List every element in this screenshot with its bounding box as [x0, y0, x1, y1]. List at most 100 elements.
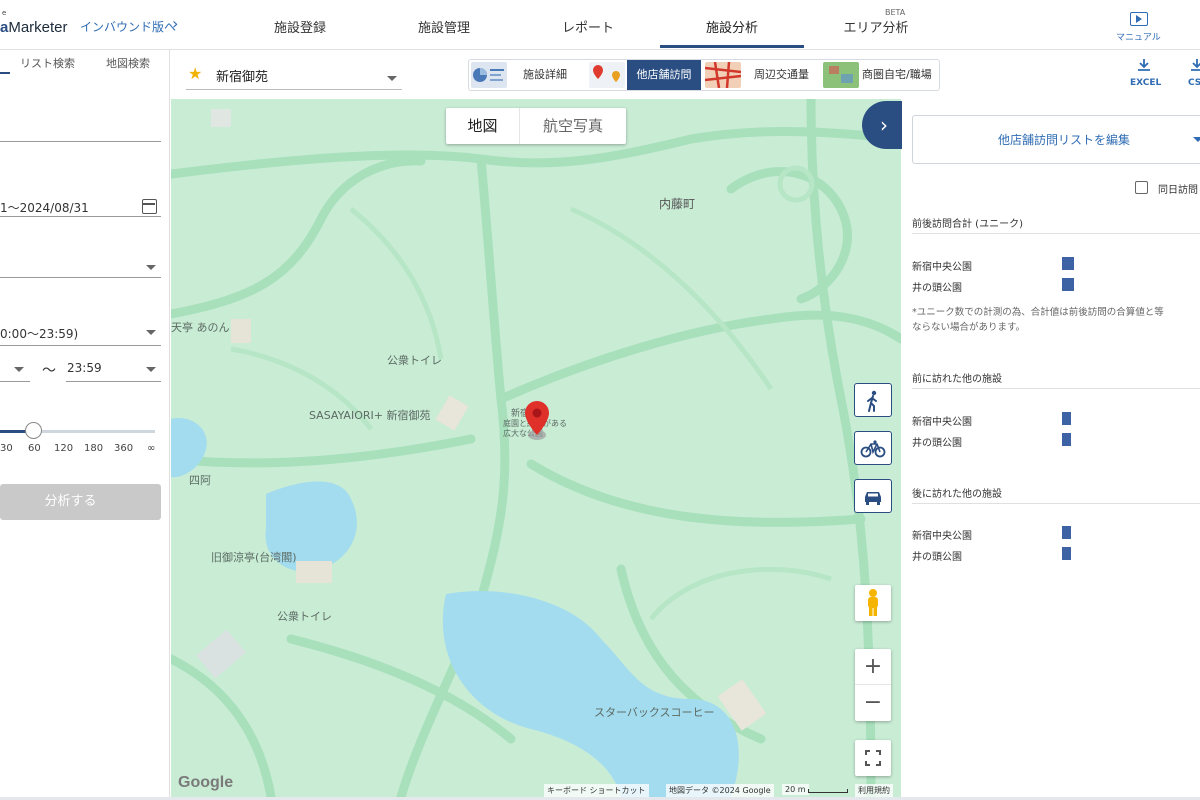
same-day-label: 同日訪問: [1158, 185, 1198, 196]
nav-facility-analysis[interactable]: 施設分析: [672, 17, 792, 36]
map-label-sasayaiori[interactable]: SASAYAIORI+ 新宿御苑: [309, 407, 430, 423]
walk-icon[interactable]: [854, 383, 892, 417]
tab-other-store-visits[interactable]: 他店舗訪問: [627, 60, 701, 90]
top-navbar: e aMarketer インバウンド版へ › 施設登録 施設管理 レポート 施設…: [0, 0, 1200, 50]
same-day-checkbox[interactable]: [1135, 181, 1148, 194]
analyze-button[interactable]: 分析する: [0, 484, 161, 520]
slider-tick: 120: [54, 443, 74, 454]
map-label-naitomachi: 内藤町: [659, 197, 696, 211]
excel-download-button[interactable]: EXCEL: [1130, 78, 1161, 88]
scale-bar: [808, 789, 848, 793]
tab-active-indicator: [0, 72, 10, 74]
download-icon[interactable]: [1137, 58, 1151, 72]
result-bar: [1062, 257, 1074, 270]
map-label-toilet[interactable]: 公衆トイレ: [387, 352, 442, 368]
chevron-right-icon[interactable]: ›: [172, 14, 178, 33]
logo-text: Marketer: [8, 19, 68, 36]
star-icon[interactable]: ★: [188, 64, 202, 83]
chevron-right-icon[interactable]: ›: [862, 101, 902, 149]
time-to-select[interactable]: 23:59: [67, 361, 102, 375]
chevron-down-icon[interactable]: [146, 265, 156, 270]
date-underline: [0, 216, 161, 217]
nav-area-analysis[interactable]: エリア分析: [816, 17, 936, 36]
tab-map-search[interactable]: 地図検索: [106, 55, 150, 71]
terms-link[interactable]: 利用規約: [855, 784, 893, 797]
nav-facility-register[interactable]: 施設登録: [240, 17, 360, 36]
divider: [912, 388, 1200, 389]
result-row-name: 新宿中央公園: [912, 531, 972, 542]
slider-tick: 30: [0, 443, 13, 454]
keyboard-shortcuts-link[interactable]: キーボード ショートカット: [544, 784, 649, 797]
chevron-down-icon[interactable]: [146, 367, 156, 372]
download-icon[interactable]: [1190, 58, 1200, 72]
calendar-icon[interactable]: [142, 199, 157, 214]
map-label-toilet-2[interactable]: 公衆トイレ: [277, 608, 332, 624]
map-label-starbucks[interactable]: スターバックスコーヒー: [594, 704, 715, 720]
tab-trade-area[interactable]: 商圏自宅/職場: [862, 60, 932, 90]
note-line-2: ならない場合があります。: [912, 322, 1026, 333]
pegman-icon[interactable]: [855, 585, 891, 621]
divider: [912, 503, 1200, 504]
zoom-out-button[interactable]: −: [855, 685, 891, 721]
map-type-satellite[interactable]: 航空写真: [520, 108, 626, 144]
left-search-panel: リスト検索 地図検索 1〜2024/08/31 0:00〜23:59) 〜 23…: [0, 50, 170, 800]
zoom-in-button[interactable]: +: [855, 649, 891, 685]
map-type-map[interactable]: 地図: [446, 108, 520, 144]
date-range-field[interactable]: 1〜2024/08/31: [0, 199, 89, 216]
logo-superscript: e: [2, 9, 7, 17]
time-preset-select[interactable]: 0:00〜23:59): [0, 325, 78, 342]
app-logo[interactable]: aMarketer: [0, 19, 68, 36]
nav-facility-manage[interactable]: 施設管理: [384, 17, 504, 36]
tab-facility-detail[interactable]: 施設詳細: [523, 60, 567, 90]
map-view[interactable]: 内藤町 天亭 あのん 公衆トイレ SASAYAIORI+ 新宿御苑 新宿御苑 庭…: [171, 99, 901, 797]
nav-active-indicator: [660, 45, 804, 48]
manual-video-icon[interactable]: [1130, 12, 1148, 26]
result-bar: [1062, 547, 1071, 560]
map-label-azumaya[interactable]: 四阿: [189, 472, 211, 488]
slider-tick: 360: [114, 443, 134, 454]
chevron-down-icon[interactable]: [146, 330, 156, 335]
nav-report[interactable]: レポート: [528, 17, 648, 36]
results-panel: [902, 99, 1200, 800]
divider: [912, 233, 1200, 234]
select-underline: [0, 277, 161, 278]
edit-visit-list-label: 他店舗訪問リストを編集: [998, 133, 1131, 147]
google-logo: Google: [178, 774, 234, 791]
csv-download-button[interactable]: CS: [1188, 78, 1200, 88]
map-data-attribution: 地図データ ©2024 Google: [666, 784, 774, 797]
section-title-total: 前後訪問合計 (ユニーク): [912, 219, 1023, 230]
bicycle-icon[interactable]: [854, 431, 892, 465]
slider-handle[interactable]: [25, 422, 42, 439]
inbound-link[interactable]: インバウンド版へ: [80, 18, 176, 35]
detail-thumbnail-icon: [471, 62, 507, 88]
search-input-underline: [0, 141, 161, 142]
slider-tick: ∞: [147, 443, 156, 454]
tab-nearby-traffic[interactable]: 周辺交通量: [754, 60, 809, 90]
manual-link[interactable]: マニュアル: [1116, 30, 1161, 43]
result-row-name: 井の頭公園: [912, 283, 962, 294]
edit-visit-list-button[interactable]: 他店舗訪問リストを編集: [912, 115, 1200, 164]
fullscreen-icon[interactable]: [855, 740, 891, 776]
car-icon[interactable]: [854, 479, 892, 513]
map-label-restaurant[interactable]: 天亭 あのん: [171, 319, 230, 335]
map-pin-thumbnail-icon: [589, 62, 625, 88]
chevron-down-icon[interactable]: [387, 76, 397, 81]
unique-count-note: *ユニーク数での計測の為、合計値は前後訪問の合算値と等 ならない場合があります。: [912, 305, 1200, 335]
result-row-name: 井の頭公園: [912, 438, 962, 449]
note-line-1: *ユニーク数での計測の為、合計値は前後訪問の合算値と等: [912, 307, 1164, 318]
map-pin-icon[interactable]: [522, 399, 552, 441]
map-label-kyugoryotei[interactable]: 旧御涼亭(台湾閣): [211, 549, 297, 565]
tab-list-search[interactable]: リスト検索: [20, 55, 75, 71]
map-canvas: [171, 99, 901, 797]
chevron-down-icon[interactable]: [14, 367, 24, 372]
section-title-after: 後に訪れた他の施設: [912, 489, 1002, 500]
facility-select[interactable]: 新宿御苑: [216, 66, 268, 85]
facility-underline: [186, 89, 402, 90]
chevron-down-icon[interactable]: [1193, 137, 1200, 142]
result-bar: [1062, 433, 1071, 446]
result-bar: [1062, 412, 1071, 425]
time-to-underline: [66, 381, 161, 382]
section-title-before: 前に訪れた他の施設: [912, 374, 1002, 385]
slider-tick: 180: [84, 443, 104, 454]
time-from-underline: [0, 381, 30, 382]
